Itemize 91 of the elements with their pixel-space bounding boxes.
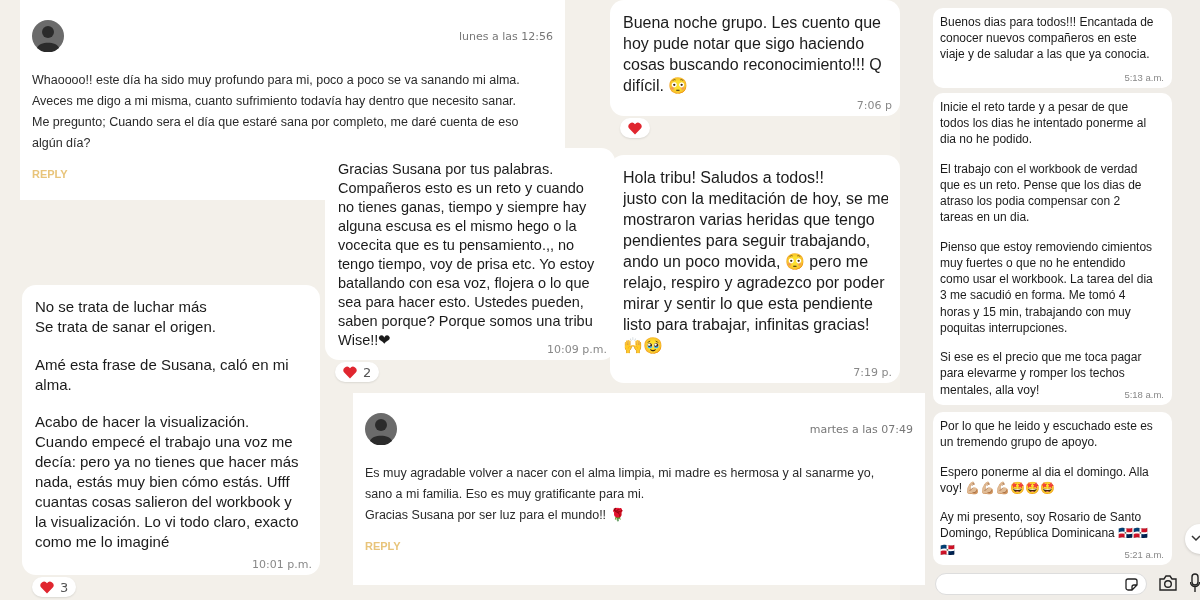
message-time: 5:13 a.m. [1124,70,1164,85]
comment-text-line: algún día? [32,135,91,152]
message-text-line: relajo, respiro y agradezco por poder [623,273,885,293]
message-text-line: alma. [35,374,72,395]
comment-text-line: sano a mi familia. Eso es muy gratificante para mi. [365,486,645,503]
message-text-line: sea para hacer esto. Ustedes pueden, [338,293,584,312]
message-text-line: difícil. 😳 [623,76,689,96]
message-text-line: no tienes ganas, tiempo y siempre hay [338,198,587,217]
message-text-line: poquitas interrupciones. [940,319,1068,336]
message-text-line: Compañeros esto es un reto y cuando [338,179,584,198]
reaction-count: 3 [60,579,69,595]
message-text-line: dia no he podido. [940,131,1033,148]
message-text-line: Amé esta frase de Susana, caló en mi [35,354,289,375]
message-text-line: Si ese es el precio que me toca pagar [940,349,1142,366]
message-text-line: alguna escusa es el mismo hego o la [338,217,577,236]
message-time: 10:01 p.m. [252,558,312,571]
heart-icon [628,121,642,135]
message-text-line: 🇩🇴 [940,541,955,558]
message-text-line: Hola tribu! Saludos a todos!! [623,168,824,188]
message-text-line: 3 me sacudió en forma. Me tomó 4 [940,287,1126,304]
comment-text-line: Aveces me digo a mi misma, cuanto sufrimiento todavía hay dentro que necesito sanar. [32,93,517,110]
message-text-line: horas y 15 min, trabajando con muy [940,303,1131,320]
message-text-line: Cuando empecé el trabajo una voz me [35,432,293,453]
message-text-line: nada, estás muy bien cómo estás. Ufff [35,472,290,493]
message-text-line: voy! 💪🏼💪🏼💪🏼🤩🤩🤩 [940,479,1056,496]
sticker-icon[interactable] [1125,578,1138,591]
message-text-line: No se trata de luchar más [35,297,207,317]
message-time: 5:18 a.m. [1124,387,1164,402]
message-text-line: Wise!!❤ [338,331,392,350]
message-input-field[interactable] [935,573,1147,595]
message-time: 5:21 a.m. [1124,547,1164,562]
message-text-line: todos los dias he intentado ponerme al [940,115,1147,132]
comment-text-line: Gracias Susana por ser luz para el mundo!! 🌹 [365,507,626,524]
heart-icon [343,365,357,379]
message-text-line: Pienso que estoy removiendo cimientos [940,238,1153,255]
comment-text-line: Whaoooo!! este día ha sido muy profundo para mi, poco a poco se va sanando mi alma. [32,72,520,89]
reaction-count: 2 [363,364,372,380]
comment-time: lunes a las 12:56 [459,29,553,43]
heart-icon [40,580,54,594]
message-text-line: que es un reto. Pense que los dias de [940,177,1142,194]
message-text-line: decía: pero ya no tienes que hacer más [35,452,299,473]
message-text-line: mostraron varias heridas que tengo [623,210,875,230]
message-text-line: Gracias Susana por tus palabras. [338,160,554,179]
message-text-line: atraso los podia compensar con 2 [940,193,1121,210]
camera-icon[interactable] [1159,575,1177,591]
message-text-line: para elevarme y romper los techos [940,365,1125,382]
message-time: 7:19 p. [853,366,892,379]
message-text-line: un tremendo grupo de apoyo. [940,434,1098,451]
microphone-icon[interactable] [1190,573,1200,593]
message-text-line: tareas en un dia. [940,209,1030,226]
message-text-line: justo con la meditación de hoy, se me [623,189,888,209]
message-text-line: batallando con esa voz, flojera o lo que [338,274,590,293]
message-text-line: Por lo que he leido y escuchado este es [940,418,1153,435]
chevron-down-icon [1191,534,1200,542]
message-text-line: listo para trabajar, infinitas gracias! [623,315,870,335]
message-text-line: ando un poco movida, 😳 pero me [623,252,869,272]
message-time: 10:09 p.m. [547,343,607,356]
comment-text-line: Es muy agradable volver a nacer con el alma limpia, mi madre es hermosa y al sanarme yo, [365,465,875,482]
message-text-line: Se trata de sanar el origen. [35,317,216,337]
message-text-line: 🙌🥹 [623,336,663,356]
reaction-pill[interactable]: 3 [32,577,77,597]
message-text-line: cuantas cosas salieron del workbook y [35,492,292,513]
message-text-line: El trabajo con el workbook de verdad [940,160,1138,177]
message-text-line: Espero ponerme al dia el domingo. Alla [940,463,1149,480]
comment-time: martes a las 07:49 [809,422,913,436]
message-text-line: Acabo de hacer la visualización. [35,412,250,433]
reaction-pill[interactable]: 2 [335,362,380,382]
message-text-line: vocecita que es tu pensamiento.,, no [338,236,575,255]
message-text-line: la visualización. Lo vi todo claro, exacto [35,512,299,533]
message-text-line: hoy pude notar que sigo haciendo [623,34,865,54]
message-text-line: Domingo, República Dominicana 🇩🇴🇩🇴 [940,525,1149,542]
message-text-line: Buenos dias para todos!!! Encantada de [940,14,1154,31]
comment-text-line: Me pregunto; Cuando sera el día que estaré sana por completo, me daré cuenta de eso [32,114,519,131]
message-text-line: saben porque? Porque somos una tribu [338,312,593,331]
message-text-line: conocer nuevos compañeros en este [940,30,1137,47]
avatar-icon [32,20,64,52]
message-text-line: viaje y de saludar a las que ya conocia. [940,46,1150,63]
message-text-line: Inicie el reto tarde y a pesar de que [940,99,1129,116]
message-time: 7:06 p [856,99,892,112]
message-text-line: pendientes para seguir trabajando, [623,231,871,251]
message-text-line: Ay mi presento, soy Rosario de Santo [940,509,1142,526]
reaction-pill[interactable] [620,118,650,138]
message-text-line: cosas buscando reconocimiento!!! Q [623,55,882,75]
message-text-line: muy fuertes o que no he entendido [940,255,1126,272]
message-text-line: como usar el workbook. La tarea del dia [940,271,1153,288]
message-text-line: Buena noche grupo. Les cuento que [623,13,881,33]
message-text-line: tengo tiempo, voy de prisa etc. Yo estoy [338,255,595,274]
message-text-line: mirar y sentir lo que esta pendiente [623,294,873,314]
message-text-line: mentales, alla voy! [940,381,1040,398]
message-text-line: como me lo imaginé [35,532,170,553]
avatar-icon [365,413,397,445]
